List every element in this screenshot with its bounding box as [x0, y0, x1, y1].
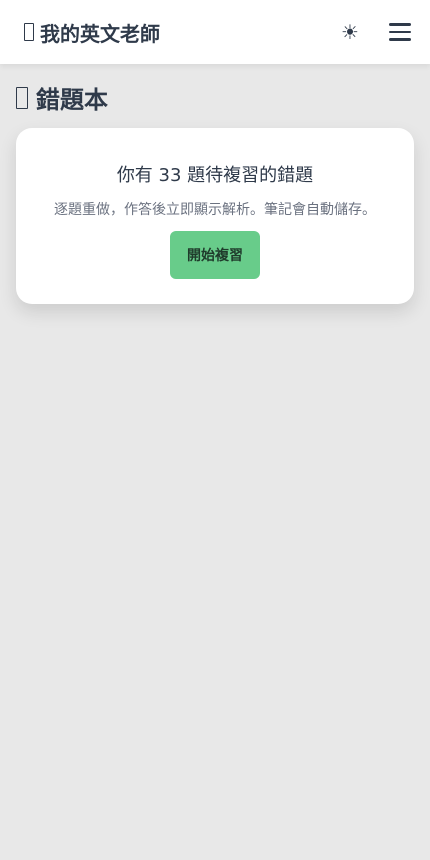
- start-review-button[interactable]: 開始複習: [170, 231, 260, 279]
- missing-glyph-icon: [16, 86, 28, 109]
- page-title: 錯題本: [16, 80, 108, 115]
- theme-toggle-button[interactable]: ☀: [336, 18, 364, 46]
- app-title: 我的英文老師: [40, 21, 160, 46]
- sun-icon: ☀: [341, 20, 359, 44]
- missing-glyph-icon: [24, 23, 34, 41]
- topbar-actions: ☀: [336, 18, 414, 46]
- page-title-text: 錯題本: [36, 86, 108, 114]
- app-brand[interactable]: 我的英文老師: [24, 18, 160, 47]
- review-card-description: 逐題重做，作答後立即顯示解析。筆記會自動儲存。: [54, 202, 376, 218]
- review-card: 你有 33 題待複習的錯題 逐題重做，作答後立即顯示解析。筆記會自動儲存。 開始…: [16, 128, 414, 304]
- hamburger-menu-icon: [389, 23, 411, 41]
- menu-button[interactable]: [386, 18, 414, 46]
- top-app-bar: 我的英文老師 ☀: [0, 0, 430, 64]
- review-card-heading: 你有 33 題待複習的錯題: [116, 165, 314, 186]
